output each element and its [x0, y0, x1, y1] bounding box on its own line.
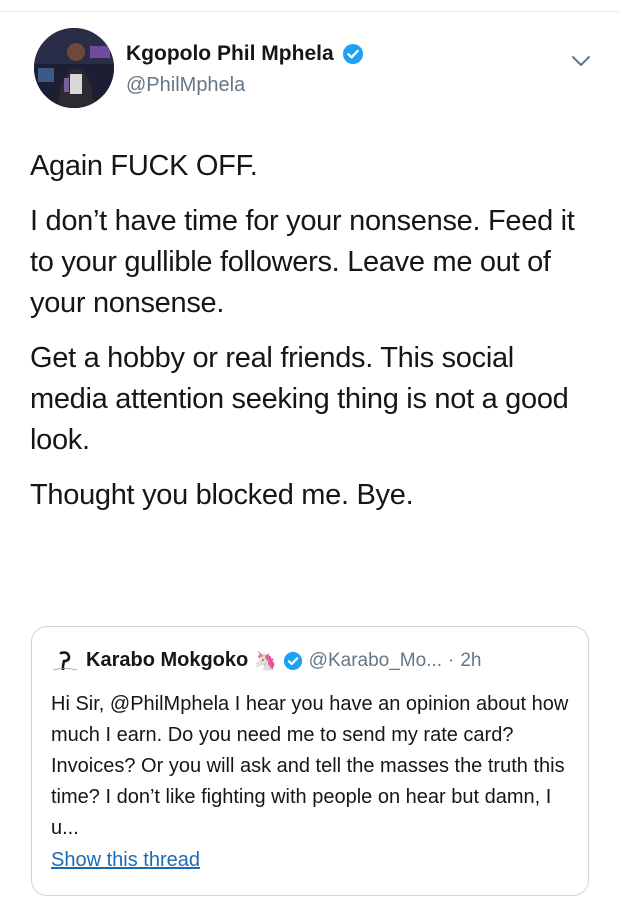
verified-badge-icon	[283, 651, 303, 671]
quoted-tweet[interactable]: Karabo Mokgoko 🦄 @Karabo_Mo... · 2h Hi S…	[31, 626, 589, 896]
chevron-down-icon[interactable]	[568, 48, 594, 74]
quoted-display-name[interactable]: Karabo Mokgoko	[86, 649, 248, 672]
tweet-text: Again FUCK OFF. I don’t have time for yo…	[30, 146, 590, 530]
top-divider	[0, 11, 620, 12]
quoted-separator: ·	[448, 649, 455, 671]
author-display-name[interactable]: Kgopolo Phil Mphela	[126, 42, 334, 66]
quoted-tweet-header: Karabo Mokgoko 🦄 @Karabo_Mo... · 2h	[50, 649, 482, 672]
unicorn-icon: 🦄	[254, 650, 277, 671]
author-avatar[interactable]	[34, 28, 114, 108]
verified-badge-icon	[342, 43, 364, 65]
quoted-text: Hi Sir, @PhilMphela I hear you have an o…	[51, 693, 569, 839]
quoted-handle[interactable]: @Karabo_Mo...	[309, 650, 442, 672]
brand-logo-icon	[50, 650, 80, 672]
tweet-paragraph: Thought you blocked me. Bye.	[30, 479, 414, 511]
tweet-paragraph: I don’t have time for your nonsense. Fee…	[30, 205, 575, 319]
tweet-paragraph: Again FUCK OFF.	[30, 150, 258, 182]
tweet-paragraph: Get a hobby or real friends. This social…	[30, 342, 569, 456]
quoted-timestamp[interactable]: 2h	[460, 650, 481, 672]
author-handle[interactable]: @PhilMphela	[126, 74, 245, 97]
tweet-header: Kgopolo Phil Mphela @PhilMphela	[34, 28, 594, 118]
show-thread-link[interactable]: Show this thread	[51, 849, 200, 872]
